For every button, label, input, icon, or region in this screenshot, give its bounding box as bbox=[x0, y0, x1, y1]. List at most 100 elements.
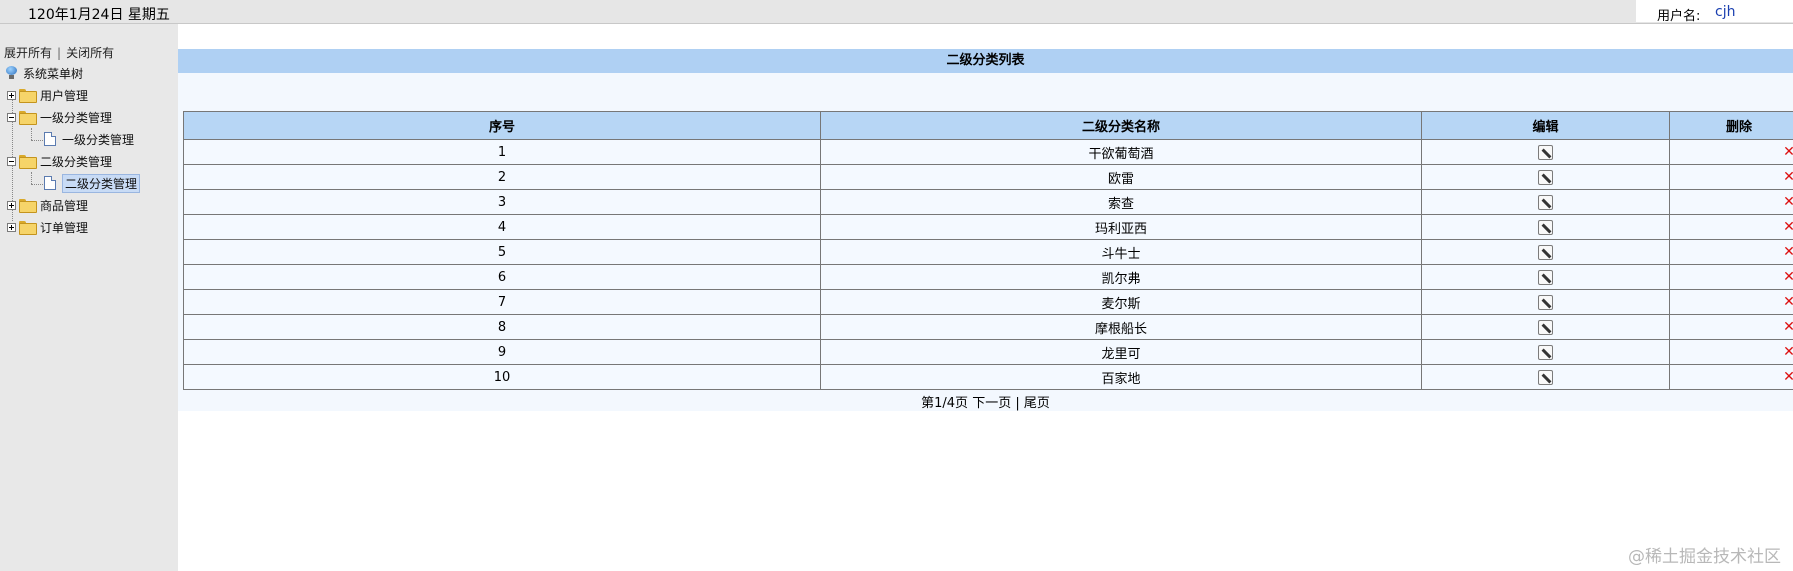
column-header-name: 二级分类名称 bbox=[820, 111, 1422, 140]
next-page-link[interactable]: 下一页 bbox=[972, 396, 1011, 411]
sidebar-item-label: 一级分类管理 bbox=[40, 110, 113, 125]
delete-icon[interactable]: ✕ bbox=[1783, 369, 1793, 385]
cell-index: 6 bbox=[183, 264, 821, 290]
cell-delete: ✕ bbox=[1669, 289, 1793, 315]
edit-icon[interactable] bbox=[1538, 194, 1553, 210]
delete-icon[interactable]: ✕ bbox=[1783, 319, 1793, 335]
folder-open-icon bbox=[19, 154, 37, 169]
table-row: 3 索查 ✕ bbox=[183, 189, 1793, 215]
cell-delete: ✕ bbox=[1669, 364, 1793, 390]
edit-icon[interactable] bbox=[1538, 319, 1553, 335]
delete-icon[interactable]: ✕ bbox=[1783, 294, 1793, 310]
sidebar-subitem-label: 一级分类管理 bbox=[62, 132, 135, 147]
cell-index: 4 bbox=[183, 214, 821, 240]
table-row: 8 摩根船长 ✕ bbox=[183, 314, 1793, 340]
cell-edit bbox=[1421, 264, 1670, 290]
expand-icon[interactable] bbox=[7, 222, 16, 232]
delete-icon[interactable]: ✕ bbox=[1783, 219, 1793, 235]
sidebar-subitem-label-selected: 二级分类管理 bbox=[62, 173, 141, 193]
cell-delete: ✕ bbox=[1669, 314, 1793, 340]
table-row: 9 龙里可 ✕ bbox=[183, 339, 1793, 365]
delete-icon[interactable]: ✕ bbox=[1783, 269, 1793, 285]
sidebar-item-orders[interactable]: 订单管理 bbox=[7, 218, 88, 236]
table-row: 10 百家地 ✕ bbox=[183, 364, 1793, 390]
cell-name: 龙里可 bbox=[820, 339, 1422, 365]
delete-icon[interactable]: ✕ bbox=[1783, 244, 1793, 260]
cell-index: 2 bbox=[183, 164, 821, 190]
user-name: cjh bbox=[1715, 4, 1736, 20]
table-row: 2 欧雷 ✕ bbox=[183, 164, 1793, 190]
cell-index: 10 bbox=[183, 364, 821, 390]
cell-name: 玛利亚西 bbox=[820, 214, 1422, 240]
cell-name: 百家地 bbox=[820, 364, 1422, 390]
cell-delete: ✕ bbox=[1669, 139, 1793, 165]
cell-delete: ✕ bbox=[1669, 214, 1793, 240]
cell-index: 3 bbox=[183, 189, 821, 215]
edit-icon[interactable] bbox=[1538, 169, 1553, 185]
page-title: 二级分类列表 bbox=[178, 49, 1793, 73]
tree-connector bbox=[31, 140, 43, 141]
sidebar-subitem-category1[interactable]: 一级分类管理 bbox=[44, 130, 134, 148]
delete-icon[interactable]: ✕ bbox=[1783, 344, 1793, 360]
table-row: 6 凯尔弗 ✕ bbox=[183, 264, 1793, 290]
cell-name: 索查 bbox=[820, 189, 1422, 215]
tree-root-label: 系统菜单树 bbox=[23, 66, 84, 81]
pagination: 第1/4页 下一页 | 尾页 bbox=[178, 392, 1793, 411]
tree-root[interactable]: 系统菜单树 bbox=[5, 64, 83, 82]
cell-edit bbox=[1421, 189, 1670, 215]
cell-edit bbox=[1421, 239, 1670, 265]
expand-icon[interactable] bbox=[7, 90, 16, 100]
cell-delete: ✕ bbox=[1669, 164, 1793, 190]
edit-icon[interactable] bbox=[1538, 369, 1553, 385]
collapse-icon[interactable] bbox=[7, 156, 16, 166]
edit-icon[interactable] bbox=[1538, 269, 1553, 285]
page-icon bbox=[44, 176, 56, 190]
delete-icon[interactable]: ✕ bbox=[1783, 144, 1793, 160]
cell-index: 7 bbox=[183, 289, 821, 315]
watermark: @稀土掘金技术社区 bbox=[1628, 547, 1781, 567]
edit-icon[interactable] bbox=[1538, 144, 1553, 160]
cell-delete: ✕ bbox=[1669, 189, 1793, 215]
edit-icon[interactable] bbox=[1538, 219, 1553, 235]
sidebar-item-label: 二级分类管理 bbox=[40, 154, 113, 169]
collapse-all-link[interactable]: 关闭所有 bbox=[66, 46, 114, 60]
sidebar-item-products[interactable]: 商品管理 bbox=[7, 196, 88, 214]
cell-name: 干欲葡萄酒 bbox=[820, 139, 1422, 165]
cell-index: 9 bbox=[183, 339, 821, 365]
expand-all-link[interactable]: 展开所有 bbox=[4, 46, 52, 60]
cell-name: 斗牛士 bbox=[820, 239, 1422, 265]
top-bar: 120年1月24日 星期五 用户名: cjh bbox=[0, 0, 1793, 24]
table-row: 5 斗牛士 ✕ bbox=[183, 239, 1793, 265]
delete-icon[interactable]: ✕ bbox=[1783, 169, 1793, 185]
collapse-icon[interactable] bbox=[7, 112, 16, 122]
sidebar-subitem-category2[interactable]: 二级分类管理 bbox=[44, 173, 141, 193]
sidebar-item-category1[interactable]: 一级分类管理 bbox=[7, 108, 112, 126]
computer-icon bbox=[5, 66, 18, 80]
cell-name: 摩根船长 bbox=[820, 314, 1422, 340]
tree-connector bbox=[31, 172, 32, 184]
cell-index: 8 bbox=[183, 314, 821, 340]
table-row: 1 干欲葡萄酒 ✕ bbox=[183, 139, 1793, 165]
edit-icon[interactable] bbox=[1538, 294, 1553, 310]
cell-delete: ✕ bbox=[1669, 239, 1793, 265]
cell-index: 5 bbox=[183, 239, 821, 265]
sidebar-item-user-management[interactable]: 用户管理 bbox=[7, 86, 88, 104]
edit-icon[interactable] bbox=[1538, 344, 1553, 360]
table-row: 4 玛利亚西 ✕ bbox=[183, 214, 1793, 240]
column-header-edit: 编辑 bbox=[1421, 111, 1670, 140]
expand-icon[interactable] bbox=[7, 200, 16, 210]
tree-connector bbox=[31, 184, 43, 185]
table-row: 7 麦尔斯 ✕ bbox=[183, 289, 1793, 315]
cell-name: 麦尔斯 bbox=[820, 289, 1422, 315]
column-header-index: 序号 bbox=[183, 111, 821, 140]
tree-toggles: 展开所有 | 关闭所有 bbox=[4, 44, 114, 61]
cell-edit bbox=[1421, 214, 1670, 240]
cell-index: 1 bbox=[183, 139, 821, 165]
current-date: 120年1月24日 星期五 bbox=[28, 7, 170, 23]
delete-icon[interactable]: ✕ bbox=[1783, 194, 1793, 210]
edit-icon[interactable] bbox=[1538, 244, 1553, 260]
table-header-row: 序号 二级分类名称 编辑 删除 bbox=[183, 111, 1793, 140]
last-page-link[interactable]: 尾页 bbox=[1024, 396, 1050, 411]
sidebar-item-category2[interactable]: 二级分类管理 bbox=[7, 152, 112, 170]
folder-open-icon bbox=[19, 110, 37, 125]
